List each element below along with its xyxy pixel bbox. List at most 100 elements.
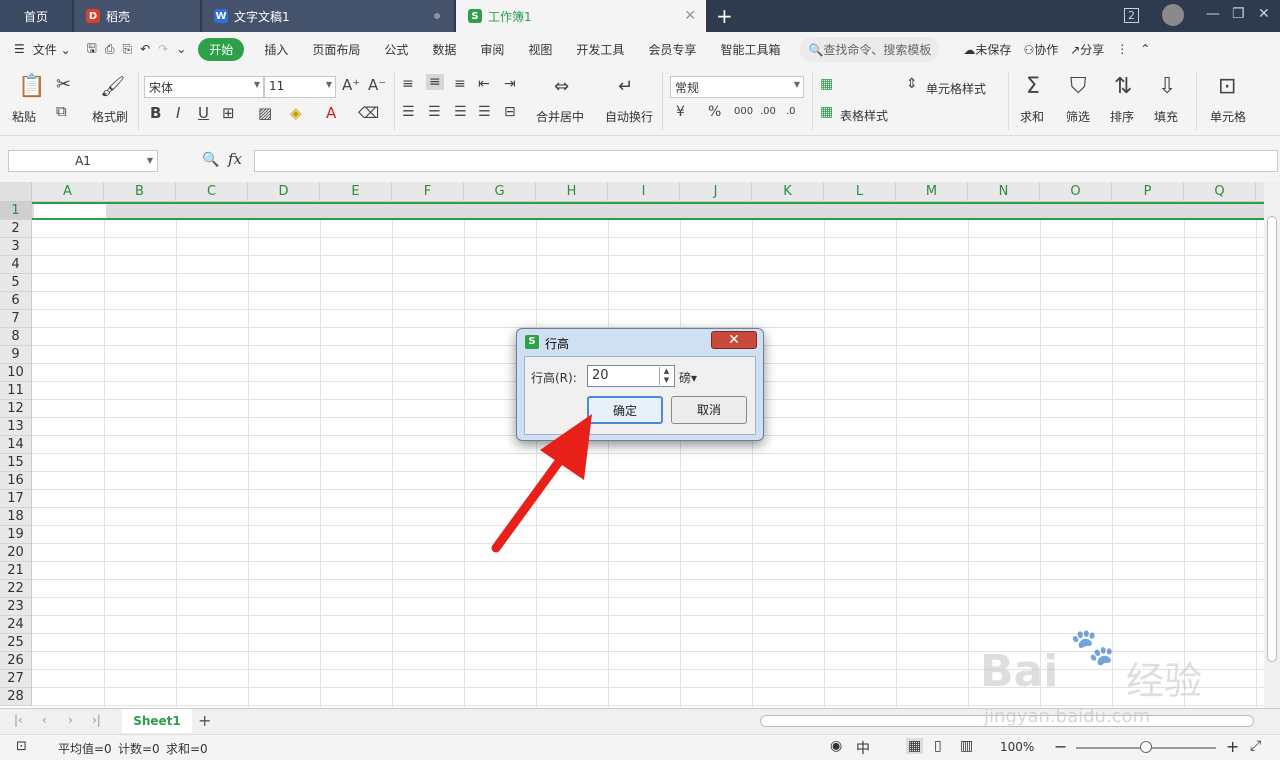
border-icon[interactable]: ⊞ — [222, 104, 235, 122]
menu-data[interactable]: 数据 — [420, 41, 468, 58]
column-header[interactable]: D — [248, 182, 320, 202]
row-header[interactable]: 15 — [0, 454, 32, 472]
last-sheet-icon[interactable]: ›| — [92, 713, 101, 727]
input-method-icon[interactable]: 中 — [856, 738, 870, 758]
scroll-thumb[interactable] — [1267, 216, 1277, 662]
row-header[interactable]: 1 — [0, 202, 32, 220]
minimize-icon[interactable]: — — [1206, 6, 1220, 22]
collapse-ribbon-icon[interactable]: ⌃ — [1134, 42, 1156, 56]
fullscreen-icon[interactable]: ⤢ — [1250, 738, 1261, 754]
add-sheet-icon[interactable]: + — [198, 711, 211, 730]
row-header[interactable]: 14 — [0, 436, 32, 454]
new-tab-button[interactable]: + — [716, 4, 733, 28]
increase-font-icon[interactable]: A⁺ — [342, 76, 360, 94]
name-box[interactable]: A1 ▼ — [8, 150, 158, 172]
sum-button[interactable]: 求和 — [1020, 108, 1044, 125]
column-header[interactable]: H — [536, 182, 608, 202]
tab-document[interactable]: W 文字文稿1 — [202, 0, 454, 32]
menu-smart-tools[interactable]: 智能工具箱 — [708, 41, 792, 58]
paste-icon[interactable]: 📋 — [18, 74, 45, 99]
row-header[interactable]: 21 — [0, 562, 32, 580]
format-painter-button[interactable]: 格式刷 — [92, 108, 128, 125]
justify-icon[interactable]: ☰ — [478, 104, 491, 120]
zoom-in-icon[interactable]: + — [1226, 737, 1239, 756]
page-layout-view-icon[interactable]: ▯ — [934, 738, 942, 754]
normal-view-icon[interactable]: ▦ — [906, 738, 924, 754]
column-header[interactable]: G — [464, 182, 536, 202]
clear-format-icon[interactable]: ⌫ — [358, 104, 379, 122]
bold-icon[interactable]: B — [150, 104, 161, 122]
dialog-titlebar[interactable]: S 行高 ✕ — [517, 329, 763, 355]
row-header[interactable]: 8 — [0, 328, 32, 346]
first-sheet-icon[interactable]: |‹ — [14, 713, 23, 727]
unit-select[interactable]: 磅▾ — [679, 369, 697, 386]
print-icon[interactable]: ⎙ — [101, 42, 119, 57]
column-header[interactable]: J — [680, 182, 752, 202]
hamburger-icon[interactable]: ☰ — [0, 42, 29, 56]
window-count-badge[interactable]: 2 — [1124, 8, 1139, 23]
row-header[interactable]: 2 — [0, 220, 32, 238]
menu-page-layout[interactable]: 页面布局 — [300, 41, 372, 58]
row-header[interactable]: 12 — [0, 400, 32, 418]
zoom-search-icon[interactable]: 🔍 — [202, 152, 219, 168]
column-header[interactable]: A — [32, 182, 104, 202]
wrap-text-button[interactable]: 自动换行 — [605, 108, 653, 125]
prev-sheet-icon[interactable]: ‹ — [42, 713, 47, 727]
cell-style-button[interactable]: 单元格样式 — [926, 80, 986, 97]
cell-icon[interactable]: ⊡ — [1218, 74, 1236, 99]
unsaved-button[interactable]: ☁未保存 — [939, 41, 1017, 58]
table-style-button[interactable]: 表格样式 — [840, 107, 888, 124]
selected-row-1[interactable] — [32, 202, 1264, 220]
tab-workbook[interactable]: S 工作簿1 ✕ — [456, 0, 706, 32]
row-header[interactable]: 20 — [0, 544, 32, 562]
row-header[interactable]: 4 — [0, 256, 32, 274]
row-header[interactable]: 16 — [0, 472, 32, 490]
spreadsheet-grid[interactable]: ABCDEFGHIJKLMNOPQ 1 2 3 4 5 6 7 8 9 10 11 12 13 14 15 1… — [0, 182, 1264, 708]
column-header[interactable]: B — [104, 182, 176, 202]
row-header[interactable]: 5 — [0, 274, 32, 292]
decrease-font-icon[interactable]: A⁻ — [368, 76, 386, 94]
zoom-level[interactable]: 100% — [1000, 740, 1034, 754]
font-name-select[interactable]: 宋体 ▼ — [144, 76, 264, 98]
collab-button[interactable]: ⚇协作 — [1017, 41, 1064, 58]
column-header[interactable]: K — [752, 182, 824, 202]
page-break-view-icon[interactable]: ▥ — [960, 738, 973, 754]
column-header[interactable]: N — [968, 182, 1040, 202]
row-header[interactable]: 11 — [0, 382, 32, 400]
fill-icon[interactable]: ⇩ — [1158, 74, 1176, 99]
distribute-icon[interactable]: ⊟ — [504, 104, 516, 120]
thousands-icon[interactable]: 000 — [734, 106, 753, 117]
column-header[interactable]: C — [176, 182, 248, 202]
paste-button[interactable]: 粘贴 — [12, 108, 36, 125]
row-header[interactable]: 26 — [0, 652, 32, 670]
row-header[interactable]: 23 — [0, 598, 32, 616]
sheet-tab-sheet1[interactable]: Sheet1 — [122, 709, 192, 733]
fill-color-icon[interactable]: ◈ — [290, 104, 302, 122]
dialog-close-button[interactable]: ✕ — [711, 331, 757, 349]
avatar[interactable] — [1162, 4, 1184, 26]
menu-view[interactable]: 视图 — [516, 41, 564, 58]
indent-increase-icon[interactable]: ⇥ — [504, 76, 516, 92]
row-header[interactable]: 13 — [0, 418, 32, 436]
command-search[interactable]: 🔍查找命令、搜索模板 — [800, 36, 940, 62]
menu-review[interactable]: 审阅 — [468, 41, 516, 58]
fx-icon[interactable]: fx — [228, 150, 242, 168]
cell-button[interactable]: 单元格 — [1210, 108, 1246, 125]
menu-developer[interactable]: 开发工具 — [564, 41, 636, 58]
more-icon[interactable]: ⌄ — [172, 42, 190, 56]
row-header[interactable]: 9 — [0, 346, 32, 364]
column-header[interactable]: E — [320, 182, 392, 202]
copy-icon[interactable]: ⧉ — [56, 102, 67, 120]
select-all-corner[interactable] — [0, 182, 32, 202]
close-tab-icon[interactable]: ✕ — [684, 8, 696, 24]
cancel-button[interactable]: 取消 — [671, 396, 747, 424]
cut-icon[interactable]: ✂ — [56, 74, 71, 95]
column-header[interactable]: O — [1040, 182, 1112, 202]
column-header[interactable]: P — [1112, 182, 1184, 202]
row-header[interactable]: 22 — [0, 580, 32, 598]
column-header[interactable]: Q — [1184, 182, 1256, 202]
fill-shade-icon[interactable]: ▨ — [258, 104, 272, 122]
number-format-select[interactable]: 常规 ▼ — [670, 76, 804, 98]
redo-icon[interactable]: ↷ — [154, 42, 172, 56]
align-center-icon[interactable]: ☰ — [428, 104, 441, 120]
